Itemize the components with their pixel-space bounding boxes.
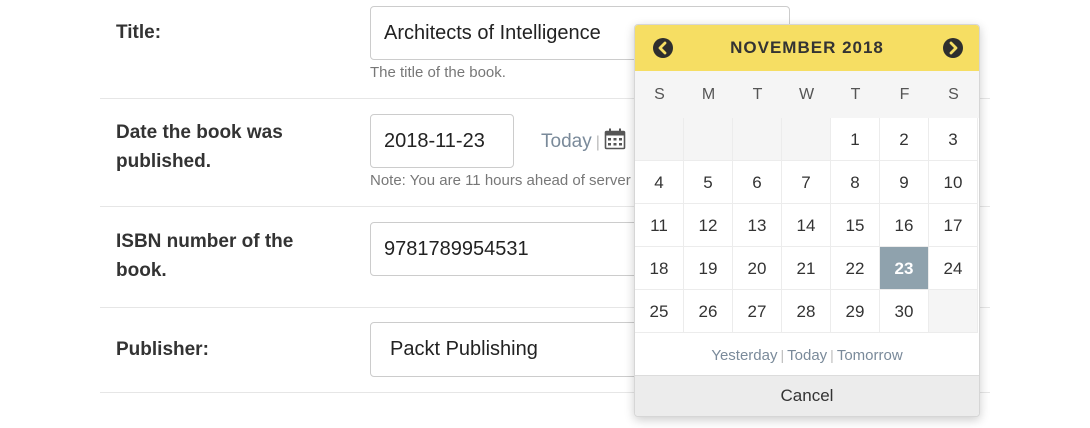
month-year-title: NOVEMBER 2018 bbox=[730, 38, 884, 57]
day-grid: 1 2 3 4 5 6 7 8 9 10 11 12 13 14 15 16 17 18 19 20 21 22 23 24 2… bbox=[635, 118, 979, 333]
publisher-selected-value: Packt Publishing bbox=[390, 338, 538, 360]
weekday-label: T bbox=[850, 86, 861, 103]
weekday-label: T bbox=[752, 86, 763, 103]
separator: | bbox=[830, 347, 834, 363]
weekday-label: F bbox=[899, 86, 910, 103]
date-input[interactable] bbox=[370, 114, 514, 168]
day-cell[interactable]: 11 bbox=[635, 204, 684, 247]
day-cell[interactable]: 7 bbox=[782, 161, 831, 204]
day-cell[interactable]: 30 bbox=[880, 290, 929, 333]
day-cell[interactable]: 16 bbox=[880, 204, 929, 247]
title-help-text: The title of the book. bbox=[370, 64, 506, 81]
weekday-label: M bbox=[701, 86, 716, 103]
separator: | bbox=[595, 134, 600, 151]
day-cell[interactable]: 18 bbox=[635, 247, 684, 290]
weekday-label: S bbox=[654, 86, 665, 103]
empty-day-cell bbox=[684, 118, 733, 161]
empty-day-cell bbox=[733, 118, 782, 161]
day-cell[interactable]: 9 bbox=[880, 161, 929, 204]
today-link[interactable]: Today bbox=[541, 131, 592, 152]
weekday-header-row: SMTWTFS bbox=[635, 71, 979, 118]
empty-day-cell bbox=[929, 290, 978, 333]
chevron-right-circle-icon[interactable] bbox=[943, 38, 963, 58]
day-cell[interactable]: 20 bbox=[733, 247, 782, 290]
date-shortcuts: Today | bbox=[541, 128, 626, 156]
day-cell[interactable]: 22 bbox=[831, 247, 880, 290]
timezone-note: Note: You are 11 hours ahead of server t… bbox=[370, 172, 668, 189]
title-label: Title: bbox=[116, 22, 162, 43]
day-cell[interactable]: 26 bbox=[684, 290, 733, 333]
yesterday-link[interactable]: Yesterday bbox=[711, 347, 777, 364]
separator: | bbox=[780, 347, 785, 363]
weekday-label: W bbox=[798, 86, 815, 103]
day-cell[interactable]: 2 bbox=[880, 118, 929, 161]
publisher-label: Publisher: bbox=[116, 339, 209, 360]
empty-day-cell bbox=[635, 118, 684, 161]
today-shortcut-link[interactable]: Today bbox=[787, 347, 827, 364]
datepicker-popup: NOVEMBER 2018 SMTWTFS 1 2 3 4 5 6 7 8 9 10 11 12 13 1… bbox=[634, 24, 980, 417]
calendar-header: NOVEMBER 2018 bbox=[635, 25, 979, 71]
calendar-shortcuts: Yesterday | Today | Tomorrow bbox=[635, 335, 979, 375]
day-cell[interactable]: 4 bbox=[635, 161, 684, 204]
chevron-left-circle-icon[interactable] bbox=[653, 38, 673, 58]
selected-day-cell[interactable]: 23 bbox=[880, 247, 929, 290]
day-cell[interactable]: 29 bbox=[831, 290, 880, 333]
day-cell[interactable]: 19 bbox=[684, 247, 733, 290]
cancel-button[interactable]: Cancel bbox=[635, 375, 979, 416]
weekday-label: S bbox=[948, 86, 959, 103]
tomorrow-link[interactable]: Tomorrow bbox=[837, 347, 903, 364]
day-cell[interactable]: 24 bbox=[929, 247, 978, 290]
day-cell[interactable]: 3 bbox=[929, 118, 978, 161]
calendar-icon[interactable] bbox=[604, 128, 626, 156]
day-cell[interactable]: 17 bbox=[929, 204, 978, 247]
day-cell[interactable]: 8 bbox=[831, 161, 880, 204]
day-cell[interactable]: 28 bbox=[782, 290, 831, 333]
day-cell[interactable]: 12 bbox=[684, 204, 733, 247]
day-cell[interactable]: 10 bbox=[929, 161, 978, 204]
date-label: Date the book was published. bbox=[116, 122, 283, 172]
day-cell[interactable]: 5 bbox=[684, 161, 733, 204]
day-cell[interactable]: 15 bbox=[831, 204, 880, 247]
isbn-label: ISBN number of the book. bbox=[116, 231, 294, 281]
day-cell[interactable]: 25 bbox=[635, 290, 684, 333]
day-cell[interactable]: 21 bbox=[782, 247, 831, 290]
day-cell[interactable]: 27 bbox=[733, 290, 782, 333]
day-cell[interactable]: 13 bbox=[733, 204, 782, 247]
day-cell[interactable]: 6 bbox=[733, 161, 782, 204]
day-cell[interactable]: 14 bbox=[782, 204, 831, 247]
day-cell[interactable]: 1 bbox=[831, 118, 880, 161]
empty-day-cell bbox=[782, 118, 831, 161]
